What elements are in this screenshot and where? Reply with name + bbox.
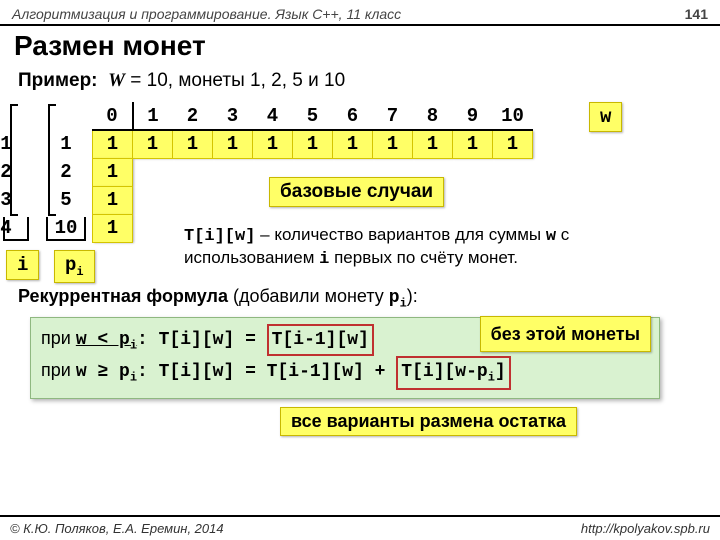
t-1-8: 1 xyxy=(413,130,453,158)
t-1-1: 1 xyxy=(133,130,173,158)
boxed-t-i-1-w: T[i-1][w] xyxy=(267,324,374,357)
recurrent-bold: Рекуррентная формула xyxy=(18,286,228,306)
copyright: © К.Ю. Поляков, Е.А. Еремин, 2014 xyxy=(10,521,224,536)
boxed-t-i-w-pi: T[i][w-pi] xyxy=(396,356,510,390)
t-1-3: 1 xyxy=(213,130,253,158)
example-rest: = 10, монеты 1, 2, 5 и 10 xyxy=(125,70,345,91)
example-W: W xyxy=(108,70,125,91)
col-4: 4 xyxy=(253,102,293,130)
slide-title: Размен монет xyxy=(0,26,720,70)
recurrent-heading: Рекуррентная формула (добавили монету pi… xyxy=(0,282,720,313)
coin-1: 1 xyxy=(46,130,86,158)
formula-line-2: при w ≥ pi: T[i][w] = T[i-1][w] + T[i][w… xyxy=(41,356,649,390)
col-0: 0 xyxy=(93,102,133,130)
callout-remainder: все варианты размена остатка xyxy=(280,407,577,436)
coin-3: 5 xyxy=(46,186,86,214)
t-1-2: 1 xyxy=(173,130,213,158)
site-url: http://kpolyakov.spb.ru xyxy=(581,521,710,536)
t-1-10: 1 xyxy=(493,130,533,158)
example-label: Пример: xyxy=(18,70,98,91)
coin-col: 1 2 5 10 xyxy=(46,102,86,242)
col-7: 7 xyxy=(373,102,413,130)
col-3: 3 xyxy=(213,102,253,130)
subject-line: Алгоритмизация и программирование. Язык … xyxy=(12,6,401,22)
t-1-9: 1 xyxy=(453,130,493,158)
page-footer: © К.Ю. Поляков, Е.А. Еремин, 2014 http:/… xyxy=(0,515,720,540)
i-label: i xyxy=(6,250,39,280)
col-6: 6 xyxy=(333,102,373,130)
rowidx-4: 4 xyxy=(0,214,26,242)
t-1-7: 1 xyxy=(373,130,413,158)
p-label: pi xyxy=(54,250,95,283)
callout-without-coin: без этой монеты xyxy=(480,316,651,353)
rowidx-1: 1 xyxy=(0,130,26,158)
t-1-4: 1 xyxy=(253,130,293,158)
formula-box: без этой монеты при w < pi: T[i][w] = T[… xyxy=(30,317,660,400)
col-2: 2 xyxy=(173,102,213,130)
t-2-0: 1 xyxy=(93,158,133,186)
t-3-0: 1 xyxy=(93,186,133,214)
rowidx-3: 3 xyxy=(0,186,26,214)
t-1-5: 1 xyxy=(293,130,333,158)
w-label: w xyxy=(589,102,622,132)
coin-4: 10 xyxy=(46,214,86,242)
t-1-6: 1 xyxy=(333,130,373,158)
page-number: 141 xyxy=(685,6,708,22)
col-8: 8 xyxy=(413,102,453,130)
coin-2: 2 xyxy=(46,158,86,186)
col-10: 10 xyxy=(493,102,533,130)
example-line: Пример: W = 10, монеты 1, 2, 5 и 10 xyxy=(0,70,720,98)
base-cases-label: базовые случаи xyxy=(269,177,444,207)
col-9: 9 xyxy=(453,102,493,130)
T-notation: T[i][w] xyxy=(184,227,255,246)
col-1: 1 xyxy=(133,102,173,130)
rowidx-2: 2 xyxy=(0,158,26,186)
page-header: Алгоритмизация и программирование. Язык … xyxy=(0,0,720,26)
col-5: 5 xyxy=(293,102,333,130)
dp-table-area: 1 2 3 4 1 2 5 10 0 1 2 3 4 5 6 7 8 9 10 … xyxy=(54,102,720,262)
t-4-0: 1 xyxy=(93,214,133,242)
dp-grid: 0 1 2 3 4 5 6 7 8 9 10 1 1 1 1 1 1 1 1 1… xyxy=(92,102,533,243)
row-index-col: 1 2 3 4 xyxy=(0,102,26,242)
explanation-text: T[i][w] – количество вариантов для суммы… xyxy=(184,224,694,271)
t-1-0: 1 xyxy=(93,130,133,158)
